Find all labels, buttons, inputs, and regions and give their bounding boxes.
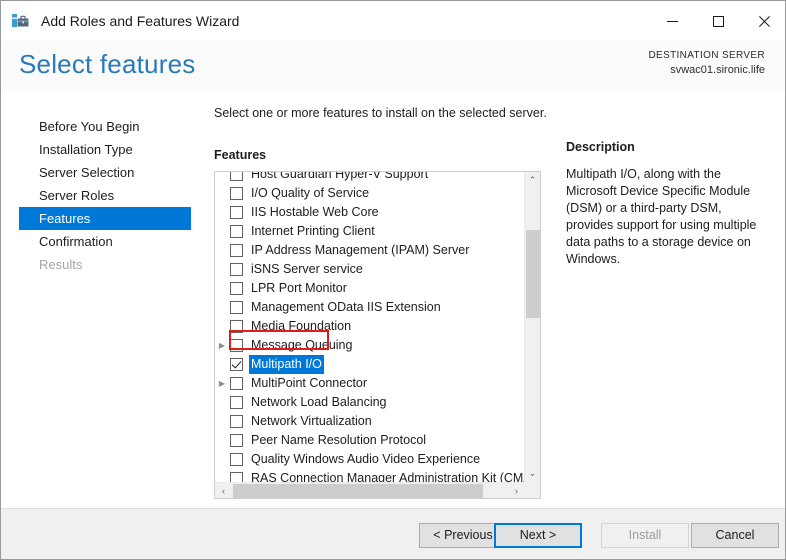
sidebar-item-server-selection[interactable]: Server Selection bbox=[1, 161, 197, 184]
feature-checkbox[interactable] bbox=[230, 396, 243, 409]
title-bar: Add Roles and Features Wizard bbox=[1, 1, 785, 41]
feature-checkbox[interactable] bbox=[230, 187, 243, 200]
feature-row[interactable]: RAS Connection Manager Administration Ki… bbox=[215, 469, 525, 482]
server-manager-icon bbox=[11, 11, 31, 31]
feature-row[interactable]: ▶ MultiPoint Connector bbox=[215, 374, 525, 393]
feature-label: I/O Quality of Service bbox=[251, 186, 370, 200]
install-button: Install bbox=[601, 523, 689, 548]
feature-label: Network Virtualization bbox=[251, 414, 372, 428]
feature-checkbox[interactable] bbox=[230, 358, 243, 371]
window-controls bbox=[649, 1, 785, 41]
feature-checkbox[interactable] bbox=[230, 339, 243, 352]
feature-label: Peer Name Resolution Protocol bbox=[251, 433, 427, 447]
feature-checkbox[interactable] bbox=[230, 282, 243, 295]
feature-row[interactable]: Management OData IIS Extension bbox=[215, 298, 525, 317]
sidebar-item-server-roles[interactable]: Server Roles bbox=[1, 184, 197, 207]
scroll-down-icon[interactable]: ⌄ bbox=[525, 465, 540, 482]
feature-label: Management OData IIS Extension bbox=[251, 300, 441, 314]
feature-row[interactable]: Media Foundation bbox=[215, 317, 525, 336]
destination-server-label: DESTINATION SERVER bbox=[648, 50, 765, 61]
wizard-body: Before You Begin Installation Type Serve… bbox=[1, 93, 785, 511]
feature-label: RAS Connection Manager Administration Ki… bbox=[251, 471, 525, 482]
expander-triangle-icon[interactable]: ▶ bbox=[215, 374, 229, 393]
feature-label: MultiPoint Connector bbox=[251, 376, 368, 390]
sidebar-item-before-you-begin[interactable]: Before You Begin bbox=[1, 115, 197, 138]
feature-checkbox[interactable] bbox=[230, 472, 243, 482]
sidebar-item-confirmation[interactable]: Confirmation bbox=[1, 230, 197, 253]
feature-checkbox[interactable] bbox=[230, 377, 243, 390]
wizard-steps-nav: Before You Begin Installation Type Serve… bbox=[1, 93, 197, 276]
feature-label: Internet Printing Client bbox=[251, 224, 375, 238]
feature-row[interactable]: ▶ Message Queuing bbox=[215, 336, 525, 355]
vertical-scroll-thumb[interactable] bbox=[526, 230, 540, 318]
page-header: Select features DESTINATION SERVER svwac… bbox=[1, 41, 785, 94]
scroll-right-icon[interactable]: › bbox=[508, 483, 525, 498]
features-list: Host Guardian Hyper-V Support I/O Quality… bbox=[215, 172, 525, 482]
next-button[interactable]: Next > bbox=[494, 523, 582, 548]
feature-row[interactable]: Network Virtualization bbox=[215, 412, 525, 431]
features-listbox[interactable]: Host Guardian Hyper-V Support I/O Quality… bbox=[214, 171, 541, 499]
window-title: Add Roles and Features Wizard bbox=[41, 13, 240, 29]
feature-row[interactable]: Multipath I/O bbox=[215, 355, 525, 374]
add-roles-features-wizard-window: Add Roles and Features Wizard Select fea… bbox=[0, 0, 786, 560]
feature-checkbox[interactable] bbox=[230, 434, 243, 447]
feature-row[interactable]: Host Guardian Hyper-V Support bbox=[215, 172, 525, 184]
maximize-icon[interactable] bbox=[695, 1, 741, 41]
feature-label: Quality Windows Audio Video Experience bbox=[251, 452, 481, 466]
cancel-button[interactable]: Cancel bbox=[691, 523, 779, 548]
feature-checkbox[interactable] bbox=[230, 225, 243, 238]
feature-row[interactable]: Peer Name Resolution Protocol bbox=[215, 431, 525, 450]
feature-checkbox[interactable] bbox=[230, 244, 243, 257]
feature-row[interactable]: iSNS Server service bbox=[215, 260, 525, 279]
feature-label: Network Load Balancing bbox=[251, 395, 387, 409]
sidebar-item-features[interactable]: Features bbox=[19, 207, 191, 230]
destination-server-name: svwac01.sironic.life bbox=[670, 64, 765, 76]
description-text: Multipath I/O, along with the Microsoft … bbox=[566, 167, 757, 266]
feature-row[interactable]: Quality Windows Audio Video Experience bbox=[215, 450, 525, 469]
feature-checkbox[interactable] bbox=[230, 453, 243, 466]
features-horizontal-scrollbar[interactable]: ‹ › bbox=[215, 482, 540, 498]
feature-checkbox[interactable] bbox=[230, 172, 243, 181]
description-panel: Description Multipath I/O, along with th… bbox=[566, 93, 771, 268]
instruction-text: Select one or more features to install o… bbox=[214, 106, 547, 120]
feature-label: IP Address Management (IPAM) Server bbox=[251, 243, 470, 257]
destination-server-block: DESTINATION SERVER svwac01.sironic.life bbox=[648, 49, 765, 78]
feature-row[interactable]: Internet Printing Client bbox=[215, 222, 525, 241]
feature-label: Host Guardian Hyper-V Support bbox=[251, 172, 429, 181]
feature-row[interactable]: IP Address Management (IPAM) Server bbox=[215, 241, 525, 260]
wizard-footer: < Previous Next > Install Cancel bbox=[1, 508, 785, 559]
feature-label: Media Foundation bbox=[251, 319, 352, 333]
feature-checkbox[interactable] bbox=[230, 263, 243, 276]
feature-checkbox[interactable] bbox=[230, 206, 243, 219]
feature-row[interactable]: Network Load Balancing bbox=[215, 393, 525, 412]
sidebar-item-installation-type[interactable]: Installation Type bbox=[1, 138, 197, 161]
feature-label: iSNS Server service bbox=[251, 262, 363, 276]
feature-label: LPR Port Monitor bbox=[251, 281, 347, 295]
features-list-viewport: Host Guardian Hyper-V Support I/O Quality… bbox=[215, 172, 525, 482]
feature-checkbox[interactable] bbox=[230, 415, 243, 428]
scrollbar-corner bbox=[524, 482, 540, 498]
description-title: Description bbox=[566, 140, 635, 154]
page-title: Select features bbox=[19, 49, 196, 79]
feature-checkbox[interactable] bbox=[230, 320, 243, 333]
feature-label: Message Queuing bbox=[251, 338, 353, 352]
feature-row[interactable]: LPR Port Monitor bbox=[215, 279, 525, 298]
feature-checkbox[interactable] bbox=[230, 301, 243, 314]
minimize-icon[interactable] bbox=[649, 1, 695, 41]
close-icon[interactable] bbox=[741, 1, 785, 41]
sidebar-item-results: Results bbox=[39, 257, 83, 272]
features-panel: Select one or more features to install o… bbox=[214, 93, 554, 499]
feature-label: IIS Hostable Web Core bbox=[251, 205, 379, 219]
feature-row[interactable]: I/O Quality of Service bbox=[215, 184, 525, 203]
feature-row[interactable]: IIS Hostable Web Core bbox=[215, 203, 525, 222]
scroll-up-icon[interactable]: ⌃ bbox=[525, 172, 540, 189]
feature-label: Multipath I/O bbox=[249, 355, 324, 374]
features-section-label: Features bbox=[214, 148, 267, 162]
features-vertical-scrollbar[interactable]: ⌃ ⌄ bbox=[524, 172, 540, 482]
expander-triangle-icon[interactable]: ▶ bbox=[215, 336, 229, 355]
horizontal-scroll-thumb[interactable] bbox=[233, 484, 483, 498]
scroll-left-icon[interactable]: ‹ bbox=[215, 483, 232, 498]
